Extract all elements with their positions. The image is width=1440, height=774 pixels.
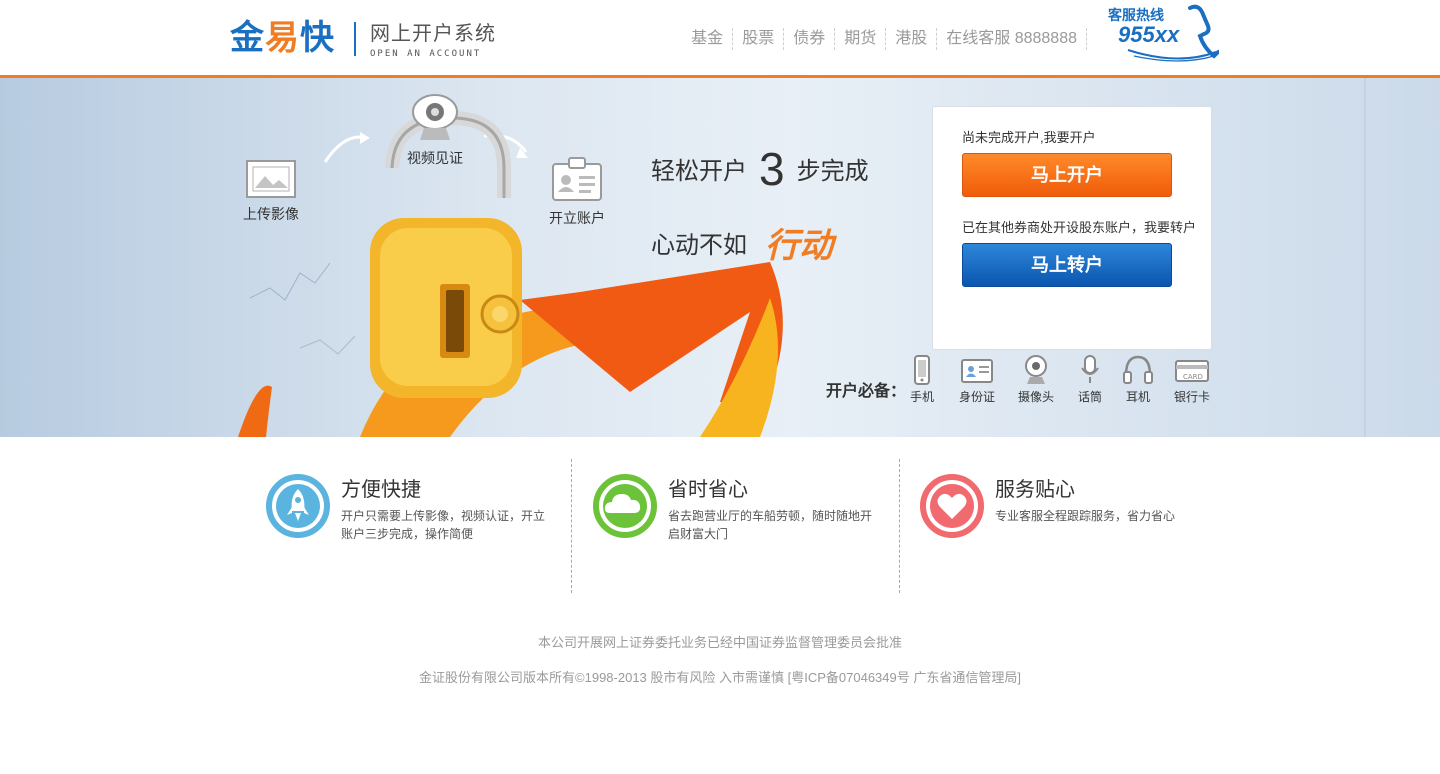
slogan-action: 行动 [765, 227, 833, 265]
nav-bond[interactable]: 债券 [783, 28, 834, 50]
system-subtitle: 网上开户系统 OPEN AN ACCOUNT [370, 22, 496, 60]
need-headset: 耳机 [1113, 355, 1163, 405]
subtitle-en: OPEN AN ACCOUNT [370, 49, 482, 59]
slogan-line1: 轻松开户 3 步完成 [651, 143, 869, 195]
feature-title: 省时省心 [668, 479, 748, 501]
step-video-label: 视频见证 [407, 150, 463, 166]
logo-text: 金易快 [230, 18, 335, 58]
step-video: 视频见证 [407, 94, 463, 168]
divider [899, 459, 900, 593]
account-panel: 尚未完成开户,我要开户 马上开户 已在其他券商处开设股东账户，我要转户 马上转户 [932, 106, 1212, 350]
camera-icon [1025, 355, 1047, 384]
feature-desc: 开户只需要上传影像，视频认证，开立账户三步完成，操作简便 [341, 509, 546, 541]
site-logo[interactable]: 金易快 [230, 18, 335, 58]
divider [571, 459, 572, 593]
need-id-card: 身份证 [952, 355, 1002, 405]
microphone-icon [1081, 355, 1099, 383]
need-phone: 手机 [897, 355, 947, 405]
id-card-small-icon [961, 359, 993, 383]
site-header: 金易快 网上开户系统 OPEN AN ACCOUNT 基金 股票 债券 期货 港… [0, 0, 1440, 78]
feature-title: 方便快捷 [341, 479, 421, 501]
hotline-number: 955xx [1118, 22, 1180, 47]
nav-futures[interactable]: 期货 [834, 28, 885, 50]
top-nav: 基金 股票 债券 期货 港股 在线客服 8888888 [682, 28, 1087, 50]
step-account-label: 开立账户 [549, 210, 605, 226]
features-section: 方便快捷 开户只需要上传影像，视频认证，开立账户三步完成，操作简便 省时省心 省… [0, 437, 1440, 607]
open-hint: 尚未完成开户,我要开户 [962, 130, 1096, 145]
mobile-phone-icon [914, 355, 930, 385]
transfer-hint: 已在其他券商处开设股东账户，我要转户 [962, 220, 1197, 235]
webcam-icon [412, 94, 458, 140]
need-camera: 摄像头 [1011, 355, 1061, 405]
open-account-button[interactable]: 马上开户 [962, 153, 1172, 197]
cloud-icon [593, 474, 657, 538]
step-account: 开立账户 [549, 156, 605, 228]
logo-divider [354, 22, 356, 56]
transfer-account-button[interactable]: 马上转户 [962, 243, 1172, 287]
card-text: CARD [1183, 373, 1203, 381]
need-bank-card: CARD 银行卡 [1167, 355, 1217, 405]
nav-stock[interactable]: 股票 [732, 28, 783, 50]
step-upload: 上传影像 [243, 160, 299, 224]
rocket-icon [266, 474, 330, 538]
nav-fund[interactable]: 基金 [682, 28, 732, 50]
requirements-label: 开户必备： [826, 383, 907, 400]
site-footer: 本公司开展网上证券委托业务已经中国证券监督管理委员会批准 金证股份有限公司版本所… [0, 634, 1440, 704]
image-icon [246, 160, 296, 198]
nav-online-service[interactable]: 在线客服 8888888 [936, 28, 1087, 50]
step-upload-label: 上传影像 [243, 206, 299, 222]
feature-title: 服务贴心 [995, 479, 1075, 501]
hotline: 客服热线 955xx [1104, 2, 1219, 62]
subtitle-cn: 网上开户系统 [370, 23, 496, 45]
heart-icon [920, 474, 984, 538]
footer-approval: 本公司开展网上证券委托业务已经中国证券监督管理委员会批准 [537, 635, 902, 650]
need-microphone: 话筒 [1065, 355, 1115, 405]
hero-banner: 上传影像 视频见证 开立账户 轻松开户 3 步完成 心动不如 行动 尚未完成开户,我要… [0, 78, 1440, 437]
footer-copyright: 金证股份有限公司版本所有©1998-2013 股市有风险 入市需谨慎 [粤ICP… [419, 670, 1021, 685]
headset-icon [1123, 355, 1153, 384]
bank-card-icon: CARD [1175, 360, 1209, 382]
feature-desc: 专业客服全程跟踪服务，省力省心 [995, 509, 1176, 523]
id-card-icon [552, 157, 602, 201]
slogan-line2: 心动不如 行动 [651, 227, 833, 265]
nav-hk-stock[interactable]: 港股 [885, 28, 936, 50]
feature-desc: 省去跑营业厅的车船劳顿，随时随地开启财富大门 [668, 509, 873, 541]
